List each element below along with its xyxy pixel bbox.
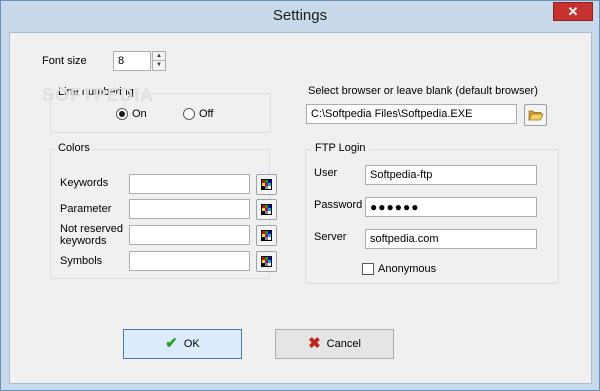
keywords-color-button[interactable] (256, 174, 277, 195)
server-label: Server (314, 231, 347, 243)
watermark: SOFTPEDIA (42, 85, 155, 105)
parameter-color-button[interactable] (256, 199, 277, 220)
spin-down-icon[interactable]: ▼ (153, 61, 165, 70)
server-input[interactable]: softpedia.com (365, 229, 537, 249)
not-reserved-keywords-label: Not reserved keywords (60, 223, 123, 247)
user-label: User (314, 167, 338, 179)
color-picker-icon (261, 179, 272, 190)
spin-up-icon[interactable]: ▲ (153, 52, 165, 61)
radio-on-label: On (132, 108, 147, 120)
anonymous-label: Anonymous (378, 263, 437, 275)
settings-window: Settings ✕ Font size 8 ▲ ▼ Line numberin… (0, 0, 600, 391)
x-icon: ✖ (308, 335, 321, 353)
colors-title: Colors (55, 142, 93, 154)
radio-on[interactable] (116, 108, 128, 120)
color-picker-icon (261, 230, 272, 241)
font-size-label: Font size (42, 55, 87, 67)
font-size-spinner[interactable]: ▲ ▼ (152, 51, 166, 71)
user-input[interactable]: Softpedia-ftp (365, 165, 537, 185)
browse-button[interactable] (524, 104, 547, 126)
not-reserved-color-button[interactable] (256, 225, 277, 246)
symbols-input[interactable] (129, 251, 250, 271)
browser-label: Select browser or leave blank (default b… (308, 85, 538, 97)
radio-off-label: Off (199, 108, 214, 120)
checkmark-icon: ✔ (165, 335, 178, 353)
keywords-input[interactable] (129, 174, 250, 194)
password-input[interactable]: ●●●●●● (365, 197, 537, 217)
title-bar: Settings ✕ (1, 1, 599, 32)
anonymous-checkbox[interactable] (362, 263, 374, 275)
color-picker-icon (261, 204, 272, 215)
color-picker-icon (261, 256, 272, 267)
close-button[interactable]: ✕ (553, 2, 593, 21)
dialog-body: Font size 8 ▲ ▼ Line numbering SOFTPEDIA… (9, 32, 592, 384)
window-title: Settings (272, 7, 328, 24)
keywords-label: Keywords (60, 177, 109, 189)
not-reserved-keywords-input[interactable] (129, 225, 250, 245)
folder-open-icon (528, 110, 544, 121)
ftp-login-title: FTP Login (312, 142, 369, 154)
password-label: Password (314, 199, 363, 211)
ok-button[interactable]: ✔ OK (123, 329, 242, 359)
radio-off[interactable] (183, 108, 195, 120)
symbols-color-button[interactable] (256, 251, 277, 272)
browser-path-input[interactable]: C:\Softpedia Files\Softpedia.EXE (306, 104, 517, 124)
parameter-input[interactable] (129, 199, 250, 219)
symbols-label: Symbols (60, 255, 103, 267)
cancel-button[interactable]: ✖ Cancel (275, 329, 394, 359)
parameter-label: Parameter (60, 203, 112, 215)
ok-label: OK (183, 338, 200, 350)
font-size-input[interactable]: 8 (113, 51, 151, 71)
close-icon: ✕ (567, 4, 579, 19)
cancel-label: Cancel (326, 338, 361, 350)
